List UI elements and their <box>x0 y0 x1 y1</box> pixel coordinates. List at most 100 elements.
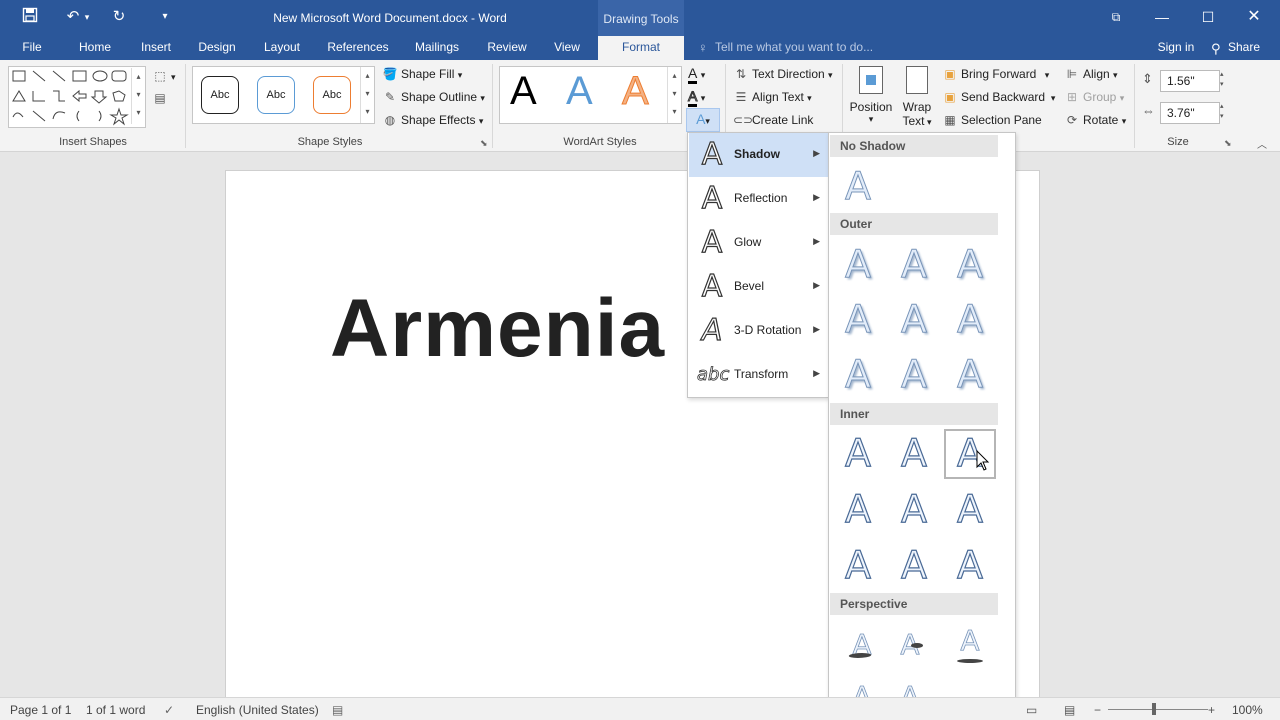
print-layout-icon[interactable]: ▤ <box>1064 701 1075 719</box>
shadow-option-perspective[interactable]: A <box>836 621 888 671</box>
group-button[interactable]: ⊞ Group ▾ <box>1064 87 1124 107</box>
shadow-option-outer[interactable]: A <box>944 295 996 345</box>
selection-pane-button[interactable]: ▦ Selection Pane <box>942 110 1041 130</box>
shadow-option-inner[interactable]: A <box>944 541 996 591</box>
position-icon <box>859 66 883 94</box>
shape-outline-button[interactable]: ✎ Shape Outline ▾ <box>382 87 485 107</box>
shadow-option-inner[interactable]: A <box>888 485 940 535</box>
word-count[interactable]: 1 of 1 word <box>86 701 145 719</box>
minimize-icon[interactable]: — <box>1147 6 1177 28</box>
zoom-out-icon[interactable]: − <box>1094 701 1101 719</box>
text-box-button[interactable]: ▤ <box>152 88 171 108</box>
shape-width-field[interactable]: 3.76" <box>1160 102 1220 124</box>
tab-layout[interactable]: Layout <box>256 36 308 60</box>
width-spinner[interactable]: ▴ ▾ <box>1220 102 1224 122</box>
collapse-ribbon-icon[interactable]: ︿ <box>1257 136 1267 151</box>
zoom-level[interactable]: 100% <box>1232 701 1263 719</box>
tab-design[interactable]: Design <box>192 36 242 60</box>
shape-height-field[interactable]: 1.56" <box>1160 70 1220 92</box>
shadow-option-perspective[interactable]: A <box>884 621 936 671</box>
rotation-effect-icon: A <box>698 312 726 348</box>
maximize-icon[interactable]: ☐ <box>1193 6 1223 28</box>
tab-insert[interactable]: Insert <box>131 36 181 60</box>
shadow-option-outer[interactable]: A <box>944 240 996 290</box>
ribbon-display-icon[interactable]: ⧉ <box>1101 6 1131 28</box>
mouse-cursor-icon <box>976 450 990 471</box>
edit-shape-button[interactable]: ⬚ ▾ <box>152 66 175 86</box>
zoom-in-icon[interactable]: + <box>1208 701 1215 719</box>
close-icon[interactable]: ✕ <box>1239 6 1269 28</box>
language-indicator[interactable]: English (United States) <box>196 701 319 719</box>
wordart-sample[interactable]: A <box>510 69 537 114</box>
text-direction-button[interactable]: ⇅ Text Direction ▾ <box>733 64 833 84</box>
shadow-option-inner[interactable]: A <box>888 541 940 591</box>
rotate-button[interactable]: ⟳ Rotate ▾ <box>1064 110 1126 130</box>
shadow-option-outer[interactable]: A <box>832 295 884 345</box>
tab-mailings[interactable]: Mailings <box>406 36 468 60</box>
menu-item-transform[interactable]: abc Transform ▶ <box>689 353 828 397</box>
sign-in-link[interactable]: Sign in <box>1152 36 1200 60</box>
wordart-gallery[interactable]: A A A ▴ ▾ ▾ <box>499 66 682 124</box>
shape-styles-scroll[interactable]: ▴ ▾ ▾ <box>360 67 374 123</box>
dialog-launcher-icon[interactable]: ⬊ <box>1224 138 1232 149</box>
height-spinner[interactable]: ▴ ▾ <box>1220 70 1224 90</box>
text-effects-button[interactable]: A▾ <box>686 108 720 132</box>
shadow-option-outer[interactable]: A <box>888 240 940 290</box>
submenu-arrow-icon: ▶ <box>813 324 820 334</box>
shadow-option-outer[interactable]: A <box>888 350 940 400</box>
tell-me-box[interactable]: Tell me what you want to do... <box>715 36 873 60</box>
dialog-launcher-icon[interactable]: ⬊ <box>480 138 488 149</box>
shadow-option-inner[interactable]: A <box>944 485 996 535</box>
macro-icon[interactable]: ▤ <box>332 701 343 719</box>
menu-item-glow[interactable]: A Glow ▶ <box>689 221 828 265</box>
align-text-button[interactable]: ☰ Align Text ▾ <box>733 87 812 107</box>
shapes-scroll[interactable]: ▴ ▾ ▾ <box>131 68 145 124</box>
shadow-option-inner[interactable]: A <box>888 429 940 479</box>
wordart-sample[interactable]: A <box>566 69 593 114</box>
shadow-option-inner[interactable]: A <box>832 485 884 535</box>
menu-item-shadow[interactable]: A Shadow ▶ <box>689 133 828 177</box>
wordart-sample[interactable]: A <box>622 69 650 114</box>
bring-forward-button[interactable]: ▣ Bring Forward ▾ <box>942 64 1049 84</box>
wordart-scroll[interactable]: ▴ ▾ ▾ <box>667 67 681 123</box>
shape-style-sample[interactable]: Abc <box>201 76 239 114</box>
tab-references[interactable]: References <box>322 36 394 60</box>
position-button[interactable]: Position ▾ <box>848 64 894 130</box>
shadow-option-none[interactable]: A <box>832 162 884 212</box>
tab-home[interactable]: Home <box>70 36 120 60</box>
page-count[interactable]: Page 1 of 1 <box>10 701 71 719</box>
tab-review[interactable]: Review <box>482 36 532 60</box>
person-icon: ⚲ <box>1211 41 1221 56</box>
shape-style-sample[interactable]: Abc <box>313 76 351 114</box>
send-backward-button[interactable]: ▣ Send Backward ▾ <box>942 87 1055 107</box>
shape-fill-button[interactable]: 🪣 Shape Fill ▾ <box>382 64 463 84</box>
share-button[interactable]: Share <box>1226 36 1262 60</box>
tab-view[interactable]: View <box>545 36 589 60</box>
read-mode-icon[interactable]: ▭ <box>1026 701 1037 719</box>
text-fill-button[interactable]: A ▾ <box>688 64 705 84</box>
align-button[interactable]: ⊫ Align ▾ <box>1064 64 1118 84</box>
proofing-icon[interactable]: ✓ <box>164 701 174 719</box>
shadow-option-outer[interactable]: A <box>944 350 996 400</box>
zoom-slider-thumb[interactable] <box>1152 703 1156 715</box>
shadow-option-outer[interactable]: A <box>832 350 884 400</box>
menu-item-bevel[interactable]: A Bevel ▶ <box>689 265 828 309</box>
wordart-text[interactable]: Armenia <box>330 282 665 376</box>
shape-style-sample[interactable]: Abc <box>257 76 295 114</box>
shadow-option-inner[interactable]: A <box>832 429 884 479</box>
shadow-option-outer[interactable]: A <box>888 295 940 345</box>
shape-effects-button[interactable]: ◍ Shape Effects ▾ <box>382 110 484 130</box>
no-shadow-header: No Shadow <box>830 135 998 157</box>
wrap-text-button[interactable]: Wrap Text ▾ <box>898 64 936 130</box>
zoom-slider[interactable] <box>1108 709 1208 710</box>
shapes-gallery[interactable] <box>8 66 146 128</box>
menu-item-reflection[interactable]: A Reflection ▶ <box>689 177 828 221</box>
shadow-option-inner[interactable]: A <box>832 541 884 591</box>
shape-styles-gallery[interactable]: Abc Abc Abc ▴ ▾ ▾ <box>192 66 375 124</box>
tab-file[interactable]: File <box>12 36 52 60</box>
create-link-button[interactable]: ⊂⊃Create Link <box>733 110 813 130</box>
text-outline-button[interactable]: A ▾ <box>687 87 705 107</box>
shadow-option-outer[interactable]: A <box>832 240 884 290</box>
tab-format[interactable]: Format <box>598 36 684 60</box>
menu-item-3d-rotation[interactable]: A 3-D Rotation ▶ <box>689 309 828 353</box>
